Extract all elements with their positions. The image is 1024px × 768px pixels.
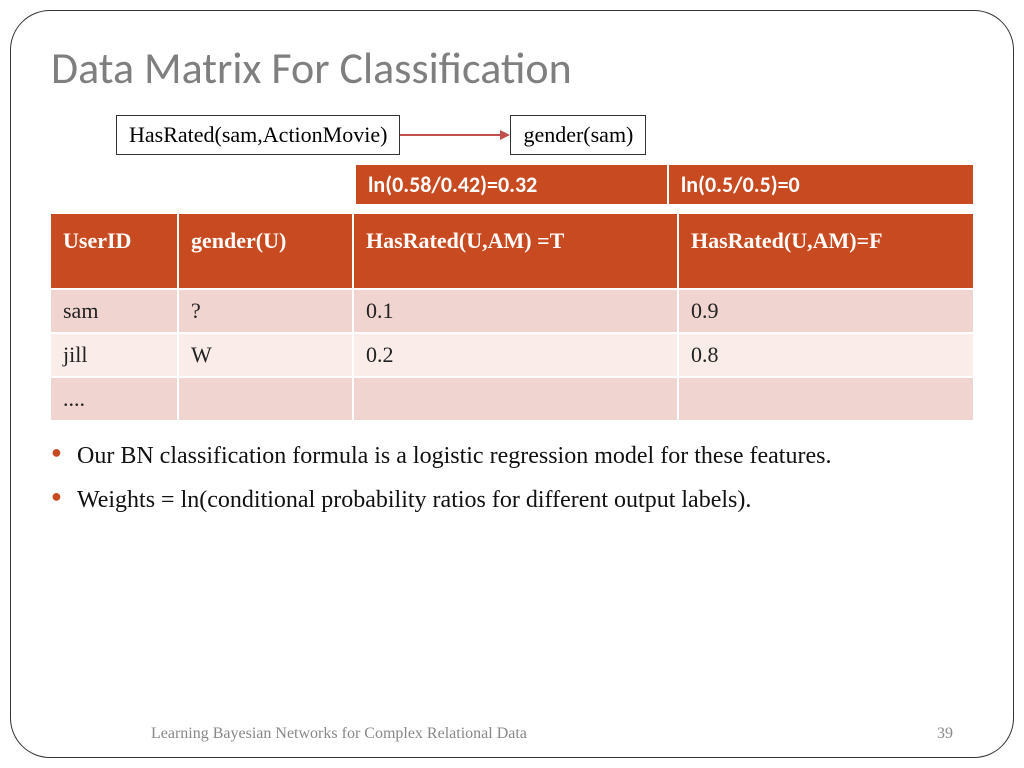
slide-footer: Learning Bayesian Networks for Complex R…	[11, 725, 1013, 743]
cell-userid: jill	[51, 334, 179, 376]
slide-frame: Data Matrix For Classification HasRated(…	[10, 10, 1014, 758]
cell-gender	[179, 378, 354, 420]
relation-diagram: HasRated(sam,ActionMovie) gender(sam)	[116, 115, 973, 155]
col-header-userid: UserID	[51, 214, 179, 288]
footer-source: Learning Bayesian Networks for Complex R…	[151, 725, 527, 743]
col-header-hasrated-f: HasRated(U,AM)=F	[679, 214, 973, 288]
cell-hasrated-f: 0.9	[679, 290, 973, 332]
formula-left: ln(0.58/0.42)=0.32	[356, 165, 669, 204]
cell-hasrated-t: 0.1	[354, 290, 679, 332]
cell-hasrated-f: 0.8	[679, 334, 973, 376]
bullet-item: Our BN classification formula is a logis…	[51, 440, 973, 472]
page-number: 39	[937, 725, 953, 743]
bullet-item: Weights = ln(conditional probability rat…	[51, 484, 973, 516]
table-row: ....	[51, 378, 973, 420]
table-header-row: UserID gender(U) HasRated(U,AM) =T HasRa…	[51, 214, 973, 288]
slide-title: Data Matrix For Classification	[51, 41, 973, 95]
arrow-icon	[400, 120, 510, 150]
bullet-list: Our BN classification formula is a logis…	[51, 440, 973, 517]
cell-hasrated-t	[354, 378, 679, 420]
cell-userid: sam	[51, 290, 179, 332]
table-row: jill W 0.2 0.8	[51, 334, 973, 376]
diagram-target-box: gender(sam)	[510, 115, 646, 155]
diagram-source-box: HasRated(sam,ActionMovie)	[116, 115, 400, 155]
table-row: sam ? 0.1 0.9	[51, 290, 973, 332]
cell-hasrated-f	[679, 378, 973, 420]
cell-userid: ....	[51, 378, 179, 420]
cell-gender: W	[179, 334, 354, 376]
formula-strip: ln(0.58/0.42)=0.32 ln(0.5/0.5)=0	[356, 165, 973, 204]
cell-gender: ?	[179, 290, 354, 332]
col-header-hasrated-t: HasRated(U,AM) =T	[354, 214, 679, 288]
formula-right: ln(0.5/0.5)=0	[669, 165, 973, 204]
col-header-gender: gender(U)	[179, 214, 354, 288]
data-matrix-table: UserID gender(U) HasRated(U,AM) =T HasRa…	[51, 212, 973, 422]
cell-hasrated-t: 0.2	[354, 334, 679, 376]
